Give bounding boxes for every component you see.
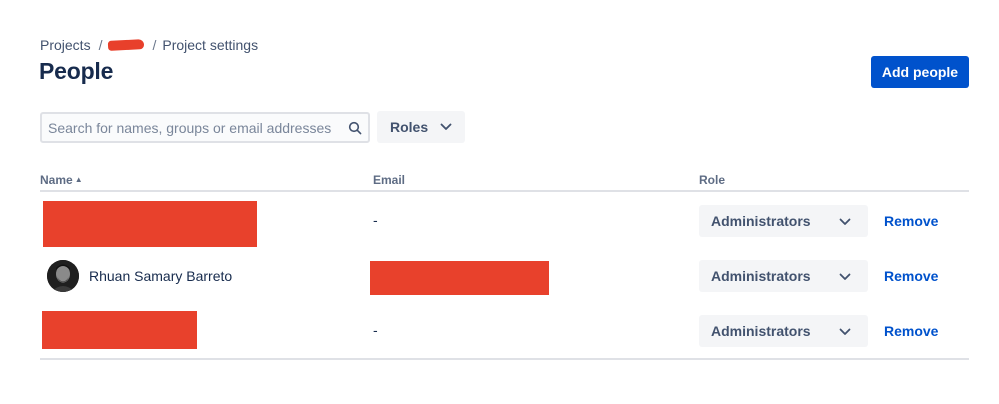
remove-button[interactable]: Remove bbox=[884, 323, 938, 339]
chevron-down-icon bbox=[839, 323, 851, 339]
column-header-name-label: Name bbox=[40, 173, 73, 187]
sort-ascending-icon: ▲ bbox=[74, 175, 83, 184]
breadcrumb-project-settings[interactable]: Project settings bbox=[162, 37, 258, 53]
table-row: - Administrators Remove bbox=[0, 193, 999, 248]
email-cell: - bbox=[373, 322, 378, 338]
breadcrumb-separator: / bbox=[98, 37, 103, 53]
chevron-down-icon bbox=[440, 123, 452, 131]
table-row: - Administrators Remove bbox=[0, 303, 999, 358]
search-input[interactable] bbox=[42, 114, 342, 141]
breadcrumb-projects[interactable]: Projects bbox=[40, 37, 91, 53]
redacted-email bbox=[370, 261, 549, 295]
chevron-down-icon bbox=[839, 213, 851, 229]
breadcrumb-project-redacted[interactable] bbox=[108, 39, 145, 51]
redacted-name bbox=[43, 201, 257, 247]
role-select[interactable]: Administrators bbox=[699, 260, 868, 292]
email-cell: - bbox=[373, 212, 378, 228]
remove-button[interactable]: Remove bbox=[884, 268, 938, 284]
table-row: Rhuan Samary Barreto Administrators Remo… bbox=[0, 248, 999, 303]
table-footer-divider bbox=[40, 358, 969, 360]
table-header-divider bbox=[40, 190, 969, 192]
role-select-value: Administrators bbox=[711, 268, 811, 284]
role-select[interactable]: Administrators bbox=[699, 315, 868, 347]
role-select[interactable]: Administrators bbox=[699, 205, 868, 237]
column-header-email: Email bbox=[373, 173, 406, 187]
chevron-down-icon bbox=[839, 268, 851, 284]
breadcrumb-separator: / bbox=[152, 37, 157, 53]
user-name: Rhuan Samary Barreto bbox=[89, 268, 233, 284]
role-select-value: Administrators bbox=[711, 323, 811, 339]
column-header-role: Role bbox=[699, 173, 726, 187]
avatar bbox=[47, 260, 79, 292]
roles-filter-dropdown[interactable]: Roles bbox=[377, 111, 465, 143]
search-icon[interactable] bbox=[342, 121, 368, 135]
redacted-name bbox=[42, 311, 197, 349]
add-people-button[interactable]: Add people bbox=[871, 56, 969, 88]
search-box bbox=[40, 112, 370, 143]
column-header-name[interactable]: Name ▲ bbox=[40, 173, 83, 187]
name-cell: Rhuan Samary Barreto bbox=[47, 260, 232, 292]
remove-button[interactable]: Remove bbox=[884, 213, 938, 229]
breadcrumb: Projects / / Project settings bbox=[40, 37, 258, 53]
page-title: People bbox=[39, 58, 114, 84]
roles-filter-label: Roles bbox=[390, 119, 429, 135]
role-select-value: Administrators bbox=[711, 213, 811, 229]
